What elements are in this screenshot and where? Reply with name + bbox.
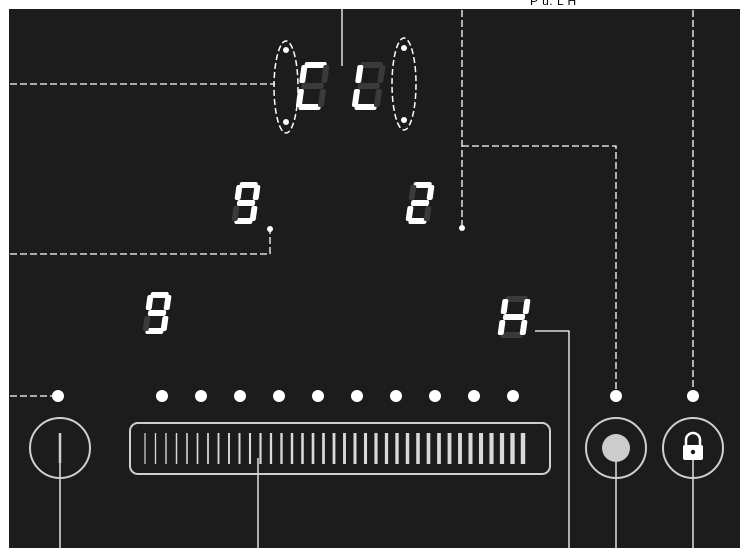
zone-right-bottom-display [497, 296, 531, 338]
power-level-dot [312, 390, 324, 402]
segment-f [500, 299, 509, 314]
callout-solid-guides [59, 0, 694, 548]
callout-guides [0, 0, 694, 397]
segment-f [408, 185, 417, 200]
panel-graphics [0, 0, 724, 548]
segment-f [355, 65, 364, 83]
segment-c [423, 206, 432, 221]
slider-ticks-icon [144, 433, 526, 464]
stop-circle-icon [602, 434, 630, 462]
power-level-dot [234, 390, 246, 402]
lock-icon [683, 431, 703, 460]
segment-c [373, 89, 382, 107]
segment-f [145, 295, 154, 310]
indicator-dot [283, 47, 289, 53]
power-level-dot [195, 390, 207, 402]
power-level-dot [429, 390, 441, 402]
power-level-dot [390, 390, 402, 402]
segment-f [234, 185, 243, 200]
power-indicator-dot [52, 390, 64, 402]
decimal-dot [267, 226, 273, 232]
segment-g [357, 83, 380, 89]
segment-g [502, 314, 526, 320]
right-indicator-ellipse [391, 37, 417, 131]
power-level-dot [351, 390, 363, 402]
zone-left-bottom-display [142, 292, 172, 334]
power-level-dot [507, 390, 519, 402]
power-level-dot [156, 390, 168, 402]
slider-control[interactable] [129, 422, 551, 475]
zone-right-top-display [405, 182, 435, 224]
segment-g [236, 200, 256, 206]
callout-dot [459, 225, 465, 231]
segment-g [147, 310, 167, 316]
indicator-dot [401, 45, 407, 51]
top-display [295, 62, 386, 110]
indicator-dot [283, 119, 289, 125]
guide-mid-left [0, 230, 271, 255]
pause-indicator-dot [610, 390, 622, 402]
segment-c [317, 89, 326, 107]
power-level-dots [156, 390, 519, 402]
power-level-dot [468, 390, 480, 402]
indicator-dot [401, 117, 407, 123]
segment-c [519, 320, 528, 335]
power-level-dot [273, 390, 285, 402]
segment-g [410, 200, 430, 206]
guide-zone-right-bottom [535, 330, 570, 548]
guide-pause [462, 145, 617, 394]
lock-indicator-dot [687, 390, 699, 402]
zone-left-top-display [231, 182, 261, 224]
segment-c [249, 206, 258, 221]
segment-g [301, 83, 324, 89]
segment-f [299, 65, 308, 83]
segment-c [160, 316, 169, 331]
